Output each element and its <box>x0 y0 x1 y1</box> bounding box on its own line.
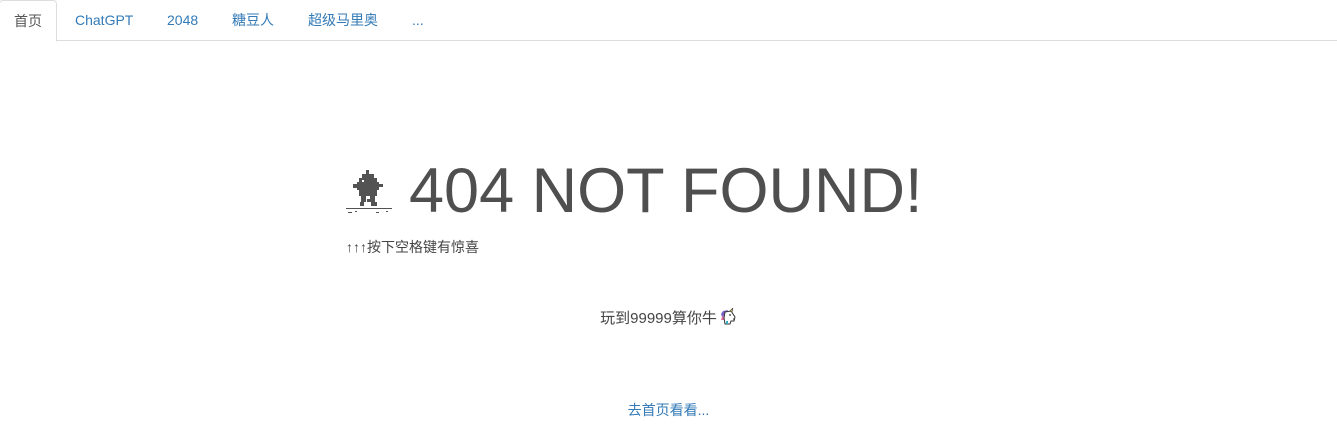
space-key-hint: ↑↑↑按下空格键有惊喜 <box>346 239 479 255</box>
tab-2048[interactable]: 2048 <box>167 0 198 42</box>
pixel-dino-icon[interactable] <box>346 170 392 214</box>
tab-bar: 首页 ChatGPT 2048 糖豆人 超级马里奥 ... <box>0 0 1337 42</box>
tab-home[interactable]: 首页 <box>0 0 57 42</box>
page-title: 404 NOT FOUND! <box>409 156 923 226</box>
challenge-line: 玩到99999算你牛 <box>0 308 1337 329</box>
challenge-text: 玩到99999算你牛 <box>600 310 717 327</box>
tab-fall-guys[interactable]: 糖豆人 <box>232 0 274 42</box>
go-home-link[interactable]: 去首页看看... <box>628 402 710 418</box>
tab-more[interactable]: ... <box>412 0 424 42</box>
tab-chatgpt[interactable]: ChatGPT <box>75 0 133 42</box>
tab-super-mario[interactable]: 超级马里奥 <box>308 0 378 42</box>
home-link-container: 去首页看看... <box>0 400 1337 420</box>
unicorn-icon <box>720 308 736 325</box>
